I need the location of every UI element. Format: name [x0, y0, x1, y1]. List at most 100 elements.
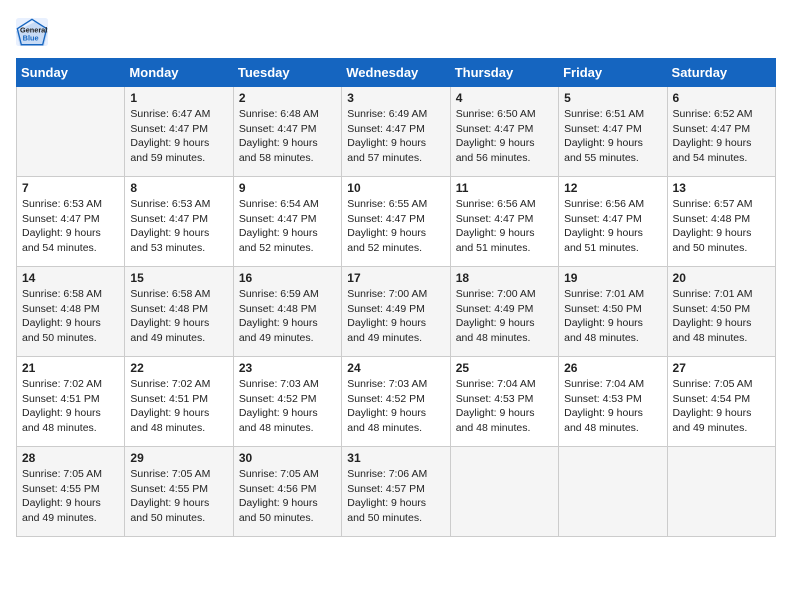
- day-number: 5: [564, 91, 661, 105]
- cell-info: Sunrise: 6:51 AMSunset: 4:47 PMDaylight:…: [564, 107, 661, 166]
- header-monday: Monday: [125, 59, 233, 87]
- calendar-cell: [667, 447, 775, 537]
- cell-info: Sunrise: 6:52 AMSunset: 4:47 PMDaylight:…: [673, 107, 770, 166]
- cell-info: Sunrise: 6:53 AMSunset: 4:47 PMDaylight:…: [22, 197, 119, 256]
- header-thursday: Thursday: [450, 59, 558, 87]
- calendar-cell: 21Sunrise: 7:02 AMSunset: 4:51 PMDayligh…: [17, 357, 125, 447]
- calendar-cell: 24Sunrise: 7:03 AMSunset: 4:52 PMDayligh…: [342, 357, 450, 447]
- day-number: 9: [239, 181, 336, 195]
- cell-info: Sunrise: 6:56 AMSunset: 4:47 PMDaylight:…: [564, 197, 661, 256]
- day-number: 23: [239, 361, 336, 375]
- cell-info: Sunrise: 6:57 AMSunset: 4:48 PMDaylight:…: [673, 197, 770, 256]
- day-number: 4: [456, 91, 553, 105]
- day-number: 19: [564, 271, 661, 285]
- cell-info: Sunrise: 6:55 AMSunset: 4:47 PMDaylight:…: [347, 197, 444, 256]
- day-number: 31: [347, 451, 444, 465]
- day-number: 2: [239, 91, 336, 105]
- calendar-cell: [450, 447, 558, 537]
- cell-info: Sunrise: 6:59 AMSunset: 4:48 PMDaylight:…: [239, 287, 336, 346]
- calendar-cell: 31 Sunrise: 7:06 AMSunset: 4:57 PMDayligh…: [342, 447, 450, 537]
- cell-info: Sunrise: 7:02 AMSunset: 4:51 PMDaylight:…: [130, 377, 227, 436]
- day-number: 7: [22, 181, 119, 195]
- calendar-cell: 20 Sunrise: 7:01 AMSunset: 4:50 PMDayligh…: [667, 267, 775, 357]
- cell-info: Sunrise: 6:47 AMSunset: 4:47 PMDaylight:…: [130, 107, 227, 166]
- calendar-cell: 26 Sunrise: 7:04 AMSunset: 4:53 PMDayligh…: [559, 357, 667, 447]
- calendar-cell: 16Sunrise: 6:59 AMSunset: 4:48 PMDayligh…: [233, 267, 341, 357]
- calendar-cell: 30Sunrise: 7:05 AMSunset: 4:56 PMDayligh…: [233, 447, 341, 537]
- calendar-cell: [559, 447, 667, 537]
- cell-info: Sunrise: 7:00 AMSunset: 4:49 PMDaylight:…: [347, 287, 444, 346]
- calendar-cell: 28Sunrise: 7:05 AMSunset: 4:55 PMDayligh…: [17, 447, 125, 537]
- cell-info: Sunrise: 7:01 AMSunset: 4:50 PMDaylight:…: [673, 287, 770, 346]
- calendar-cell: 19 Sunrise: 7:01 AMSunset: 4:50 PMDayligh…: [559, 267, 667, 357]
- day-number: 13: [673, 181, 770, 195]
- day-number: 12: [564, 181, 661, 195]
- cell-info: Sunrise: 7:03 AMSunset: 4:52 PMDaylight:…: [347, 377, 444, 436]
- header-tuesday: Tuesday: [233, 59, 341, 87]
- day-number: 30: [239, 451, 336, 465]
- header-sunday: Sunday: [17, 59, 125, 87]
- header-friday: Friday: [559, 59, 667, 87]
- cell-info: Sunrise: 6:49 AMSunset: 4:47 PMDaylight:…: [347, 107, 444, 166]
- cell-info: Sunrise: 6:58 AMSunset: 4:48 PMDaylight:…: [22, 287, 119, 346]
- calendar-week-4: 21Sunrise: 7:02 AMSunset: 4:51 PMDayligh…: [17, 357, 776, 447]
- calendar-cell: 9 Sunrise: 6:54 AMSunset: 4:47 PMDaylight…: [233, 177, 341, 267]
- calendar-cell: 23 Sunrise: 7:03 AMSunset: 4:52 PMDayligh…: [233, 357, 341, 447]
- header-saturday: Saturday: [667, 59, 775, 87]
- calendar-cell: 25 Sunrise: 7:04 AMSunset: 4:53 PMDayligh…: [450, 357, 558, 447]
- calendar-week-3: 14 Sunrise: 6:58 AMSunset: 4:48 PMDayligh…: [17, 267, 776, 357]
- svg-text:Blue: Blue: [23, 34, 39, 43]
- cell-info: Sunrise: 6:54 AMSunset: 4:47 PMDaylight:…: [239, 197, 336, 256]
- calendar-cell: 27 Sunrise: 7:05 AMSunset: 4:54 PMDayligh…: [667, 357, 775, 447]
- cell-info: Sunrise: 6:53 AMSunset: 4:47 PMDaylight:…: [130, 197, 227, 256]
- calendar-cell: 11 Sunrise: 6:56 AMSunset: 4:47 PMDayligh…: [450, 177, 558, 267]
- day-number: 3: [347, 91, 444, 105]
- logo-icon: General Blue: [16, 16, 48, 48]
- calendar-cell: 10 Sunrise: 6:55 AMSunset: 4:47 PMDayligh…: [342, 177, 450, 267]
- day-number: 27: [673, 361, 770, 375]
- calendar-header-row: SundayMondayTuesdayWednesdayThursdayFrid…: [17, 59, 776, 87]
- calendar-cell: 1 Sunrise: 6:47 AMSunset: 4:47 PMDaylight…: [125, 87, 233, 177]
- day-number: 17: [347, 271, 444, 285]
- day-number: 18: [456, 271, 553, 285]
- day-number: 8: [130, 181, 227, 195]
- calendar-week-2: 7 Sunrise: 6:53 AMSunset: 4:47 PMDaylight…: [17, 177, 776, 267]
- calendar-cell: 17 Sunrise: 7:00 AMSunset: 4:49 PMDayligh…: [342, 267, 450, 357]
- calendar-week-5: 28Sunrise: 7:05 AMSunset: 4:55 PMDayligh…: [17, 447, 776, 537]
- day-number: 29: [130, 451, 227, 465]
- calendar-cell: 13 Sunrise: 6:57 AMSunset: 4:48 PMDayligh…: [667, 177, 775, 267]
- logo: General Blue: [16, 16, 54, 48]
- cell-info: Sunrise: 6:50 AMSunset: 4:47 PMDaylight:…: [456, 107, 553, 166]
- day-number: 25: [456, 361, 553, 375]
- cell-info: Sunrise: 7:05 AMSunset: 4:55 PMDaylight:…: [130, 467, 227, 526]
- calendar-cell: 3 Sunrise: 6:49 AMSunset: 4:47 PMDaylight…: [342, 87, 450, 177]
- calendar-cell: 2Sunrise: 6:48 AMSunset: 4:47 PMDaylight…: [233, 87, 341, 177]
- calendar-cell: 8 Sunrise: 6:53 AMSunset: 4:47 PMDaylight…: [125, 177, 233, 267]
- day-number: 11: [456, 181, 553, 195]
- cell-info: Sunrise: 7:05 AMSunset: 4:55 PMDaylight:…: [22, 467, 119, 526]
- cell-info: Sunrise: 6:56 AMSunset: 4:47 PMDaylight:…: [456, 197, 553, 256]
- cell-info: Sunrise: 7:05 AMSunset: 4:54 PMDaylight:…: [673, 377, 770, 436]
- calendar-table: SundayMondayTuesdayWednesdayThursdayFrid…: [16, 58, 776, 537]
- header-wednesday: Wednesday: [342, 59, 450, 87]
- day-number: 1: [130, 91, 227, 105]
- cell-info: Sunrise: 7:04 AMSunset: 4:53 PMDaylight:…: [456, 377, 553, 436]
- cell-info: Sunrise: 7:00 AMSunset: 4:49 PMDaylight:…: [456, 287, 553, 346]
- calendar-cell: 5 Sunrise: 6:51 AMSunset: 4:47 PMDaylight…: [559, 87, 667, 177]
- calendar-cell: 22 Sunrise: 7:02 AMSunset: 4:51 PMDayligh…: [125, 357, 233, 447]
- day-number: 14: [22, 271, 119, 285]
- cell-info: Sunrise: 7:01 AMSunset: 4:50 PMDaylight:…: [564, 287, 661, 346]
- day-number: 15: [130, 271, 227, 285]
- calendar-cell: 12 Sunrise: 6:56 AMSunset: 4:47 PMDayligh…: [559, 177, 667, 267]
- cell-info: Sunrise: 7:04 AMSunset: 4:53 PMDaylight:…: [564, 377, 661, 436]
- cell-info: Sunrise: 7:06 AMSunset: 4:57 PMDaylight:…: [347, 467, 444, 526]
- day-number: 22: [130, 361, 227, 375]
- day-number: 20: [673, 271, 770, 285]
- day-number: 6: [673, 91, 770, 105]
- cell-info: Sunrise: 6:58 AMSunset: 4:48 PMDaylight:…: [130, 287, 227, 346]
- day-number: 10: [347, 181, 444, 195]
- cell-info: Sunrise: 7:03 AMSunset: 4:52 PMDaylight:…: [239, 377, 336, 436]
- calendar-cell: 7 Sunrise: 6:53 AMSunset: 4:47 PMDaylight…: [17, 177, 125, 267]
- day-number: 26: [564, 361, 661, 375]
- calendar-week-1: 1 Sunrise: 6:47 AMSunset: 4:47 PMDaylight…: [17, 87, 776, 177]
